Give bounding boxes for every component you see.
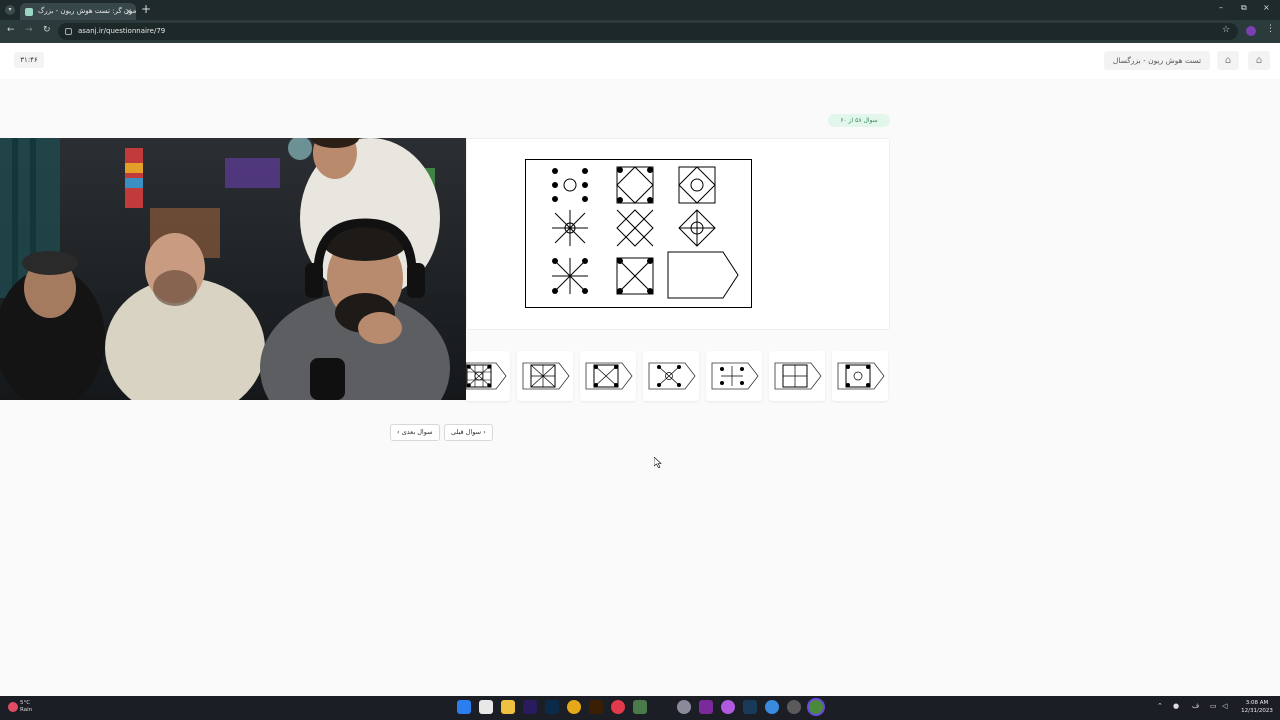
start-menu-icon[interactable] [457,700,471,714]
back-arrow-icon[interactable]: ← [7,25,15,35]
mic-icon[interactable]: ● [1173,702,1179,710]
language-icon[interactable]: ف [1192,702,1199,710]
square-with-diagonals-and-corner-dots-icon [585,362,633,390]
home-icon[interactable]: ⌂ [1217,51,1239,70]
x-with-circle-and-corner-dots-icon [648,362,696,390]
answer-option-1[interactable] [832,351,888,401]
url-text: asanj.ir/questionnaire/79 [78,27,166,35]
square-with-plus-icon [774,362,822,390]
os-taskbar: 5°C Rain ⌃ ● ف ▭ ◁ 3:08 AM 12/31/2023 [0,696,1280,720]
previous-question-label: سوال قبلی [451,428,482,436]
weather-widget[interactable]: 5°C Rain [8,700,44,716]
browser-menu-icon[interactable]: ⋮ [1266,24,1275,34]
app-icon[interactable] [787,700,801,714]
forward-arrow-icon[interactable]: → [25,25,33,35]
app-icon[interactable] [721,700,735,714]
close-window-button[interactable]: × [1263,3,1270,12]
file-explorer-icon[interactable] [501,700,515,714]
tab-close-icon[interactable]: × [125,3,132,20]
cell-asterisk-circle [552,210,588,246]
test-title-button[interactable]: تست هوش ریون - بزرگسال [1104,51,1210,70]
photoshop-icon[interactable] [545,700,559,714]
address-bar[interactable]: asanj.ir/questionnaire/79 [58,23,1238,40]
reload-icon[interactable]: ↻ [43,25,51,35]
dense-grid-with-circle-and-dots-icon [466,362,507,390]
app-icon[interactable] [633,700,647,714]
raven-matrix-figure [525,159,752,308]
question-counter-badge: سوال ۵۸ از ۶۰ [828,114,890,127]
illustrator-icon[interactable] [589,700,603,714]
answer-option-6[interactable] [517,351,573,401]
clock-date: 12/31/2023 [1241,708,1273,714]
weather-desc: Rain [20,707,33,713]
answer-option-7[interactable] [466,351,510,401]
browser-toolbar: ← → ↻ asanj.ir/questionnaire/79 ☆ ⋮ [0,20,1280,43]
volume-icon[interactable]: ◁ [1222,702,1227,710]
file-icon[interactable] [479,700,493,714]
next-question-label: سوال بعدی [401,428,433,436]
site-info-icon[interactable] [65,28,72,35]
previous-question-button[interactable]: سوال قبلی › [444,424,493,441]
weather-icon [8,702,18,712]
next-question-button[interactable]: ‹ سوال بعدی [390,424,440,441]
answer-option-3[interactable] [706,351,762,401]
chrome-icon[interactable] [567,700,581,714]
new-tab-button[interactable]: + [141,2,151,16]
app-icon[interactable] [611,700,625,714]
browser-tab[interactable]: آزمون گر: تست هوش ریون - بزرگ… × [20,3,136,20]
chrome-icon[interactable] [765,700,779,714]
square-grid-with-diagonals-icon [522,362,570,390]
answer-option-2[interactable] [769,351,825,401]
answer-option-5[interactable] [580,351,636,401]
active-chrome-icon[interactable] [809,700,823,714]
home-icon[interactable]: ⌂ [1248,51,1270,70]
network-icon[interactable]: ▭ [1210,702,1217,710]
site-header: ۳۱:۴۶ تست هوش ریون - بزرگسال ⌂ ⌂ [0,43,1280,79]
quiz-timer: ۳۱:۴۶ [14,52,44,68]
cell-asterisk-dots [552,258,588,294]
clock-time: 3:08 AM [1245,700,1269,706]
site-favicon-icon [25,8,33,16]
restore-button[interactable]: ⧉ [1241,3,1247,13]
chevron-right-icon: › [483,428,486,436]
steam-icon[interactable] [743,700,757,714]
bookmark-star-icon[interactable]: ☆ [1222,25,1230,35]
chevron-left-icon: ‹ [397,428,400,436]
webcam-scene [0,138,466,400]
system-clock[interactable]: 3:08 AM 12/31/2023 [1237,699,1277,715]
r-app-icon[interactable] [699,700,713,714]
streamer-webcam-overlay [0,138,466,400]
minimize-button[interactable]: – [1219,3,1223,12]
browser-tab-bar: ▾ آزمون گر: تست هوش ریون - بزرگ… × + – ⧉… [0,0,1280,20]
plus-with-corner-dots-icon [711,362,759,390]
tab-search-icon[interactable]: ▾ [5,5,15,15]
mouse-cursor-icon [654,457,662,468]
profile-avatar[interactable] [1246,26,1256,36]
settings-icon[interactable] [677,700,691,714]
missing-answer-slot [667,251,739,299]
weather-temp: 5°C [20,700,31,706]
square-with-circle-and-corner-dots-icon [837,362,885,390]
premiere-icon[interactable] [523,700,537,714]
answer-option-4[interactable] [643,351,699,401]
tray-chevron-icon[interactable]: ⌃ [1157,702,1163,710]
tab-title: آزمون گر: تست هوش ریون - بزرگ… [38,7,136,15]
